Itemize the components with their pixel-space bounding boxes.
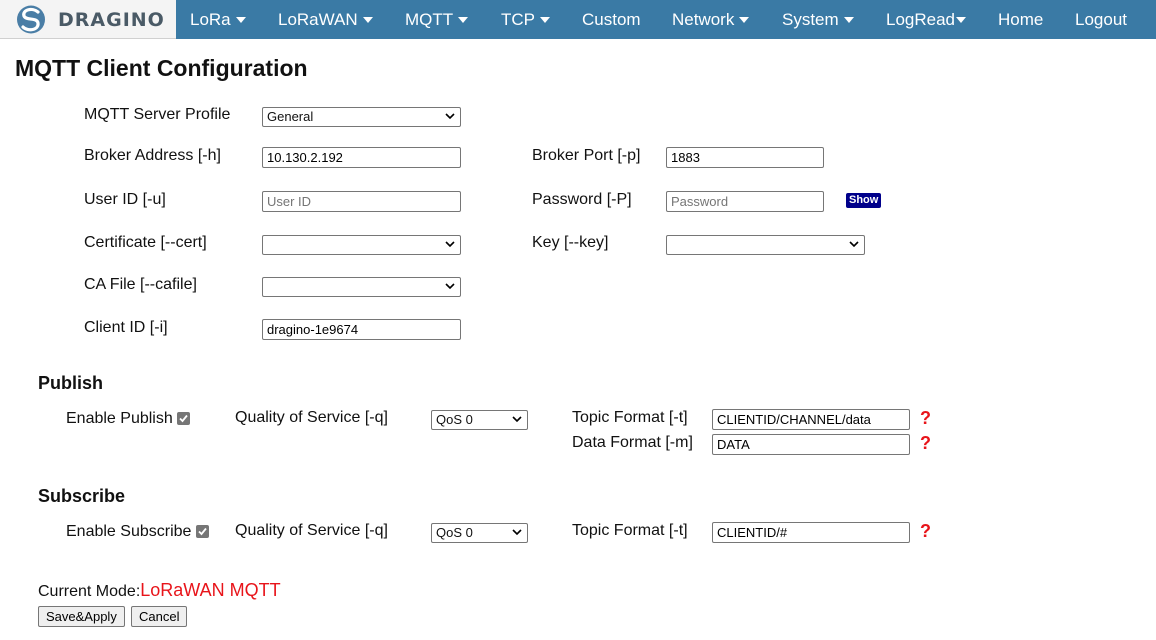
subscribe-topic-label: Topic Format [-t] <box>572 522 688 539</box>
nav-custom-label: Custom <box>582 10 641 29</box>
caret-down-icon <box>458 16 469 23</box>
nav-logout[interactable]: Logout <box>1075 0 1127 39</box>
broker-port-input[interactable] <box>666 147 824 168</box>
user-id-label: User ID [-u] <box>84 191 166 208</box>
nav-lorawan[interactable]: LoRaWAN <box>278 0 373 39</box>
publish-data-format-input[interactable] <box>712 434 910 455</box>
publish-qos-select[interactable]: QoS 0 <box>431 410 528 430</box>
enable-publish-label: Enable Publish <box>66 410 173 427</box>
subscribe-topic-input[interactable] <box>712 522 910 543</box>
chevron-down-icon <box>849 241 859 248</box>
checkmark-icon <box>198 527 207 536</box>
cancel-button[interactable]: Cancel <box>131 606 188 627</box>
user-id-input[interactable] <box>262 191 461 212</box>
nav-logread-label: LogRead <box>886 10 956 29</box>
caret-down-icon <box>235 16 246 23</box>
publish-topic-input[interactable] <box>712 409 910 430</box>
top-nav-bar: DRAGINO LoRa LoRaWAN MQTT TCP Custom Net… <box>0 0 1156 39</box>
caret-down-icon <box>362 16 373 23</box>
client-id-label: Client ID [-i] <box>84 319 168 336</box>
nav-custom[interactable]: Custom <box>582 0 641 39</box>
subscribe-topic-help-icon[interactable]: ? <box>920 521 931 542</box>
certificate-select[interactable] <box>262 235 461 255</box>
nav-network[interactable]: Network <box>672 0 750 39</box>
subscribe-qos-label: Quality of Service [-q] <box>235 522 388 539</box>
caret-down-icon <box>843 16 854 23</box>
nav-tcp[interactable]: TCP <box>501 0 550 39</box>
nav-system-label: System <box>782 10 839 29</box>
server-profile-value: General <box>267 109 314 124</box>
nav-lora-label: LoRa <box>190 10 231 29</box>
save-apply-button[interactable]: Save&Apply <box>38 606 125 627</box>
brand-name: DRAGINO <box>58 9 165 31</box>
broker-port-label: Broker Port [-p] <box>532 147 641 164</box>
password-input[interactable] <box>666 191 824 212</box>
ca-file-label: CA File [--cafile] <box>84 276 197 293</box>
page-title: MQTT Client Configuration <box>15 55 308 81</box>
nav-home-label: Home <box>998 10 1044 29</box>
chevron-down-icon <box>445 113 455 120</box>
publish-qos-value: QoS 0 <box>436 412 473 427</box>
nav-logread[interactable]: LogRead <box>886 0 967 39</box>
current-mode-value: LoRaWAN MQTT <box>140 580 281 600</box>
subscribe-qos-select[interactable]: QoS 0 <box>431 523 528 543</box>
broker-address-label: Broker Address [-h] <box>84 147 221 164</box>
caret-down-icon <box>739 16 750 23</box>
key-label: Key [--key] <box>532 234 609 251</box>
chevron-down-icon <box>445 283 455 290</box>
nav-mqtt-label: MQTT <box>405 10 454 29</box>
publish-data-help-icon[interactable]: ? <box>920 433 931 454</box>
publish-qos-label: Quality of Service [-q] <box>235 409 388 426</box>
key-select[interactable] <box>666 235 865 255</box>
nav-logout-label: Logout <box>1075 10 1127 29</box>
chevron-down-icon <box>512 529 522 536</box>
subscribe-heading: Subscribe <box>38 486 126 506</box>
enable-publish-checkbox[interactable] <box>177 412 190 425</box>
nav-tcp-label: TCP <box>501 10 535 29</box>
broker-address-input[interactable] <box>262 147 461 168</box>
nav-home[interactable]: Home <box>998 0 1043 39</box>
publish-heading: Publish <box>38 373 104 393</box>
enable-subscribe-checkbox[interactable] <box>196 525 209 538</box>
current-mode-label: Current Mode: <box>38 583 141 600</box>
subscribe-qos-value: QoS 0 <box>436 525 473 540</box>
current-mode: Current Mode:LoRaWAN MQTT <box>38 580 281 601</box>
checkmark-icon <box>179 414 188 423</box>
publish-topic-label: Topic Format [-t] <box>572 409 688 426</box>
chevron-down-icon <box>512 416 522 423</box>
chevron-down-icon <box>445 241 455 248</box>
certificate-label: Certificate [--cert] <box>84 234 207 251</box>
nav-lorawan-label: LoRaWAN <box>278 10 358 29</box>
publish-data-format-label: Data Format [-m] <box>572 434 693 451</box>
server-profile-select[interactable]: General <box>262 107 461 127</box>
brand-logo[interactable]: DRAGINO <box>0 0 176 39</box>
nav-mqtt[interactable]: MQTT <box>405 0 469 39</box>
ca-file-select[interactable] <box>262 277 461 297</box>
dragino-swirl-icon <box>17 5 45 34</box>
nav-network-label: Network <box>672 10 735 29</box>
caret-down-icon <box>956 16 967 23</box>
server-profile-label: MQTT Server Profile <box>84 106 231 123</box>
enable-subscribe-label: Enable Subscribe <box>66 523 192 540</box>
client-id-input[interactable] <box>262 319 461 340</box>
password-label: Password [-P] <box>532 191 632 208</box>
nav-lora[interactable]: LoRa <box>190 0 246 39</box>
nav-system[interactable]: System <box>782 0 854 39</box>
caret-down-icon <box>540 16 550 23</box>
show-password-button[interactable]: Show <box>846 193 882 208</box>
publish-topic-help-icon[interactable]: ? <box>920 408 931 429</box>
